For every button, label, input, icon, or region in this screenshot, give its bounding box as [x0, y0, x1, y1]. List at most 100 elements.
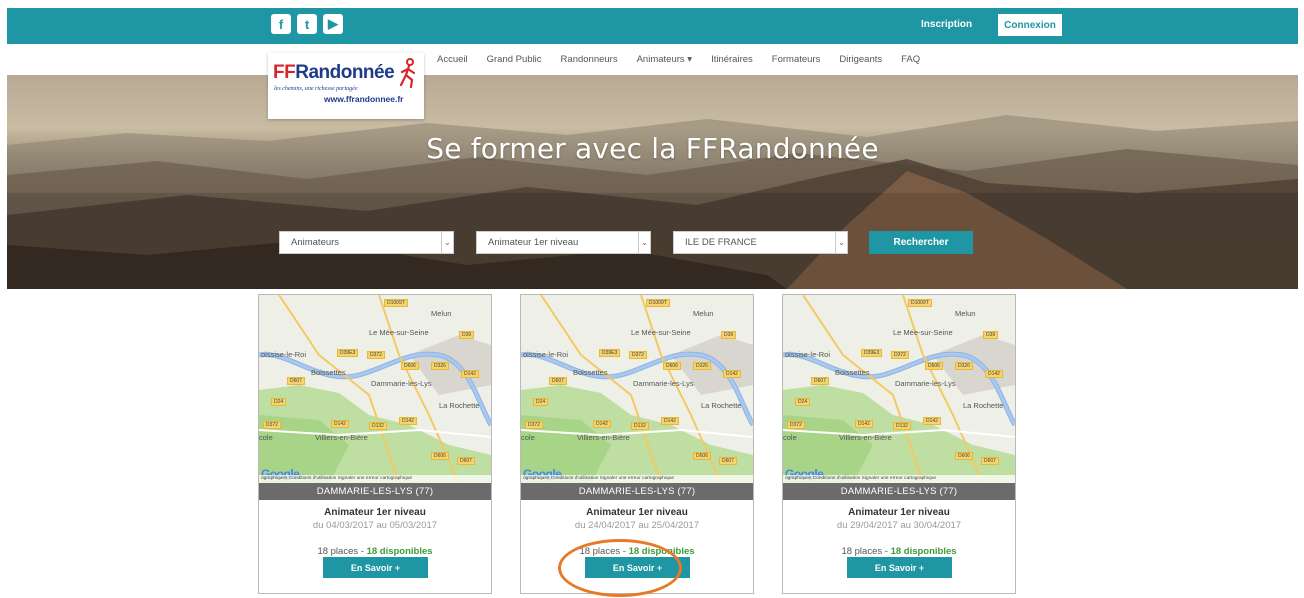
- road-badge: D606: [401, 362, 419, 370]
- location-map[interactable]: Melun Le Mée-sur-Seine oissise-le-Roi Bo…: [783, 295, 1015, 483]
- facebook-icon[interactable]: f: [271, 14, 291, 34]
- road-badge: D132: [893, 422, 911, 430]
- road-badge: D142: [331, 420, 349, 428]
- search-button[interactable]: Rechercher: [869, 231, 973, 254]
- region-select[interactable]: ILE DE FRANCE ⌄: [673, 231, 848, 254]
- map-label: Dammarie-les-Lys: [895, 379, 956, 388]
- road-badge: D24: [271, 398, 287, 406]
- map-graphic: [521, 295, 753, 483]
- en-savoir-plus-button[interactable]: En Savoir +: [847, 557, 952, 578]
- nav-item-randonneurs[interactable]: Randonneurs: [561, 54, 618, 65]
- road-badge: D132: [631, 422, 649, 430]
- road-badge: D326: [693, 362, 711, 370]
- card-available: 18 disponibles: [890, 546, 957, 557]
- map-label: Melun: [693, 309, 714, 318]
- map-label: La Rochette: [963, 401, 1004, 410]
- road-badge: D607: [549, 377, 567, 385]
- map-label: oissise-le-Roi: [523, 350, 569, 359]
- card-dates: du 24/04/2017 au 25/04/2017: [574, 520, 700, 531]
- card-title: Animateur 1er niveau: [586, 507, 688, 518]
- nav-item-accueil[interactable]: Accueil: [437, 54, 468, 65]
- location-map[interactable]: Melun Le Mée-sur-Seine oissise-le-Roi Bo…: [521, 295, 753, 483]
- card-location: DAMMARIE-LES-LYS (77): [783, 483, 1015, 500]
- road-badge: D372: [367, 351, 385, 359]
- road-badge: D39: [459, 331, 475, 339]
- top-bar: f t ▶ Inscription Connexion: [7, 8, 1298, 44]
- activity-select[interactable]: Animateurs ⌄: [279, 231, 454, 254]
- youtube-icon[interactable]: ▶: [323, 14, 343, 34]
- map-label: Villiers-en-Bière: [315, 433, 368, 442]
- map-label: Dammarie-les-Lys: [633, 379, 694, 388]
- road-badge: D142: [593, 420, 611, 428]
- map-footer: ographiques Conditions d'utilisation Sig…: [521, 475, 753, 483]
- nav-item-grand-public[interactable]: Grand Public: [487, 54, 542, 65]
- course-card: Melun Le Mée-sur-Seine oissise-le-Roi Bo…: [782, 294, 1016, 594]
- road-badge: D142: [461, 370, 479, 378]
- card-dates: du 04/03/2017 au 05/03/2017: [312, 520, 438, 531]
- activity-select-value: Animateurs: [291, 237, 340, 248]
- road-badge: D372: [525, 421, 543, 429]
- map-label: Boissettes: [573, 368, 608, 377]
- map-label: Le Mée-sur-Seine: [369, 328, 429, 337]
- map-footer: ographiques Conditions d'utilisation Sig…: [783, 475, 1015, 483]
- map-label: Boissettes: [311, 368, 346, 377]
- map-label: Melun: [955, 309, 976, 318]
- road-badge: D39E3: [861, 349, 883, 357]
- level-select[interactable]: Animateur 1er niveau ⌄: [476, 231, 651, 254]
- course-card: Melun Le Mée-sur-Seine oissise-le-Roi Bo…: [258, 294, 492, 594]
- road-badge: D39: [983, 331, 999, 339]
- nav-item-formateurs[interactable]: Formateurs: [772, 54, 821, 65]
- ffrandonnee-logo[interactable]: FFRandonnée les chemins, une richesse pa…: [268, 53, 424, 119]
- social-links: f t ▶: [271, 14, 343, 34]
- inscription-link[interactable]: Inscription: [921, 19, 972, 30]
- map-label: Le Mée-sur-Seine: [631, 328, 691, 337]
- chevron-down-icon: ⌄: [835, 232, 847, 253]
- course-card: Melun Le Mée-sur-Seine oissise-le-Roi Bo…: [520, 294, 754, 594]
- road-badge: D1009T: [646, 299, 670, 307]
- road-badge: D39E3: [599, 349, 621, 357]
- logo-tagline: les chemins, une richesse partagée: [274, 86, 358, 92]
- map-label: Melun: [431, 309, 452, 318]
- map-label: Le Mée-sur-Seine: [893, 328, 953, 337]
- road-badge: D142: [723, 370, 741, 378]
- road-badge: D142: [985, 370, 1003, 378]
- road-badge: D1009T: [908, 299, 932, 307]
- road-badge: D606: [431, 452, 449, 460]
- road-badge: D1009T: [384, 299, 408, 307]
- en-savoir-plus-button[interactable]: En Savoir +: [323, 557, 428, 578]
- location-map[interactable]: Melun Le Mée-sur-Seine oissise-le-Roi Bo…: [259, 295, 491, 483]
- map-label: Dammarie-les-Lys: [371, 379, 432, 388]
- twitter-icon[interactable]: t: [297, 14, 317, 34]
- road-badge: D142: [399, 417, 417, 425]
- road-badge: D372: [787, 421, 805, 429]
- nav-item-animateurs[interactable]: Animateurs ▾: [637, 54, 692, 65]
- card-location: DAMMARIE-LES-LYS (77): [521, 483, 753, 500]
- road-badge: D606: [955, 452, 973, 460]
- card-dates: du 29/04/2017 au 30/04/2017: [836, 520, 962, 531]
- hiker-icon: [399, 58, 416, 88]
- card-places: 18 places - 18 disponibles: [579, 546, 695, 557]
- road-badge: D326: [431, 362, 449, 370]
- nav-item-itineraires[interactable]: Itinéraires: [711, 54, 753, 65]
- card-places: 18 places - 18 disponibles: [317, 546, 433, 557]
- road-badge: D607: [719, 457, 737, 465]
- road-badge: D372: [629, 351, 647, 359]
- map-label: Boissettes: [835, 368, 870, 377]
- nav-item-dirigeants[interactable]: Dirigeants: [839, 54, 882, 65]
- map-label: oissise-le-Roi: [261, 350, 307, 359]
- map-label: Villiers-en-Bière: [577, 433, 630, 442]
- nav-item-faq[interactable]: FAQ: [901, 54, 920, 65]
- road-badge: D142: [855, 420, 873, 428]
- chevron-down-icon: ⌄: [441, 232, 453, 253]
- road-badge: D607: [981, 457, 999, 465]
- en-savoir-plus-button[interactable]: En Savoir +: [585, 557, 690, 578]
- map-label: La Rochette: [701, 401, 742, 410]
- connexion-button[interactable]: Connexion: [998, 14, 1062, 36]
- card-available: 18 disponibles: [366, 546, 433, 557]
- hero-banner: Se former avec la FFRandonnée Animateurs…: [7, 75, 1298, 289]
- card-available: 18 disponibles: [628, 546, 695, 557]
- card-title: Animateur 1er niveau: [324, 507, 426, 518]
- road-badge: D606: [693, 452, 711, 460]
- road-badge: D24: [795, 398, 811, 406]
- road-badge: D142: [661, 417, 679, 425]
